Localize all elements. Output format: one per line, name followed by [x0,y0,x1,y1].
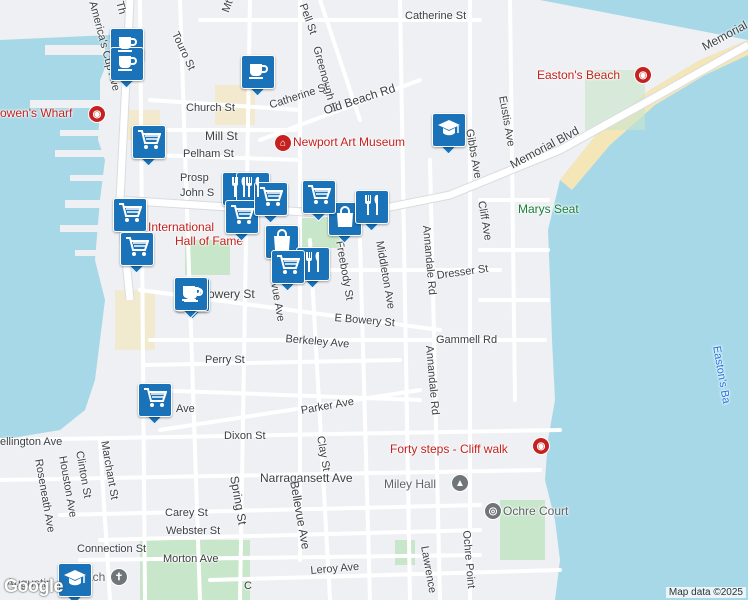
map-marker[interactable] [355,190,389,232]
graduation-cap-icon [437,118,461,143]
street-label: Connection St [77,543,147,555]
street-label: ellington Ave [0,436,63,448]
street-label: Dixon St [224,430,266,442]
street-label: Church St [186,102,235,114]
place-label[interactable]: Marys Seat [518,202,579,216]
map-attribution[interactable]: Map data ©2025 [665,587,746,598]
place-label[interactable]: owen's Wharf [0,106,72,120]
coffee-icon [116,52,138,77]
map-marker[interactable] [432,113,466,155]
church-poi-icon[interactable]: ✝ [110,568,128,586]
shopping-cart-icon [259,186,284,213]
street-label: John S [180,187,215,199]
street-label: Webster St [166,525,221,537]
wharf-poi-icon[interactable]: ◉ [88,105,106,123]
map-marker[interactable] [241,55,275,97]
shopping-cart-icon [307,184,332,211]
map-marker[interactable] [58,563,92,600]
street-label: Perry St [205,354,245,366]
coffee-icon [247,60,269,85]
street-label: Narragansett Ave [260,471,353,485]
street-label: Mill St [205,129,238,143]
map-marker[interactable] [302,180,336,222]
street-label: Ave [176,403,195,415]
map-marker[interactable] [271,250,305,292]
map-marker[interactable] [120,232,154,274]
landmark-poi-icon[interactable]: ◎ [484,502,502,520]
place-label[interactable]: Forty steps - Cliff walk [390,442,508,456]
restaurant-icon [302,251,324,278]
beach-poi-icon[interactable]: ◉ [634,66,652,84]
place-label[interactable]: Easton's Beach [537,68,620,82]
museum-poi-icon[interactable]: ⌂ [274,134,292,152]
map-marker[interactable] [138,383,172,425]
street-label: Gammell Rd [436,334,498,346]
map-view[interactable]: Catherine St Pell St Touro St Mt Vernon … [0,0,748,600]
street-label: Morton Ave [163,553,219,565]
shopping-cart-icon [125,236,150,263]
street-label: Carey St [165,507,208,519]
google-logo: Google [4,576,64,596]
map-marker[interactable] [254,182,288,224]
graduation-cap-icon [63,568,87,593]
map-marker[interactable] [132,125,166,167]
shopping-cart-icon [143,387,168,414]
shopping-bag-icon [334,205,356,233]
shopping-cart-icon [118,202,143,229]
street-label: Pelham St [183,148,234,160]
school-poi-icon[interactable]: ▲ [451,474,469,492]
place-label[interactable]: International [148,220,214,234]
map-marker[interactable] [225,200,259,242]
map-marker[interactable] [110,47,144,89]
restaurant-icon [361,194,383,221]
shopping-cart-icon [276,254,301,281]
street-label: Catherine St [405,10,467,22]
shopping-cart-icon [137,129,162,156]
place-label[interactable]: Miley Hall [384,477,436,491]
coffee-icon [180,282,202,307]
cliff-walk-poi-icon[interactable]: ◉ [532,437,550,455]
street-label: Prosp [180,172,209,184]
shopping-cart-icon [230,204,255,231]
place-label[interactable]: Ochre Court [503,504,568,518]
place-label[interactable]: Newport Art Museum [293,135,405,149]
street-label: C [244,580,252,592]
